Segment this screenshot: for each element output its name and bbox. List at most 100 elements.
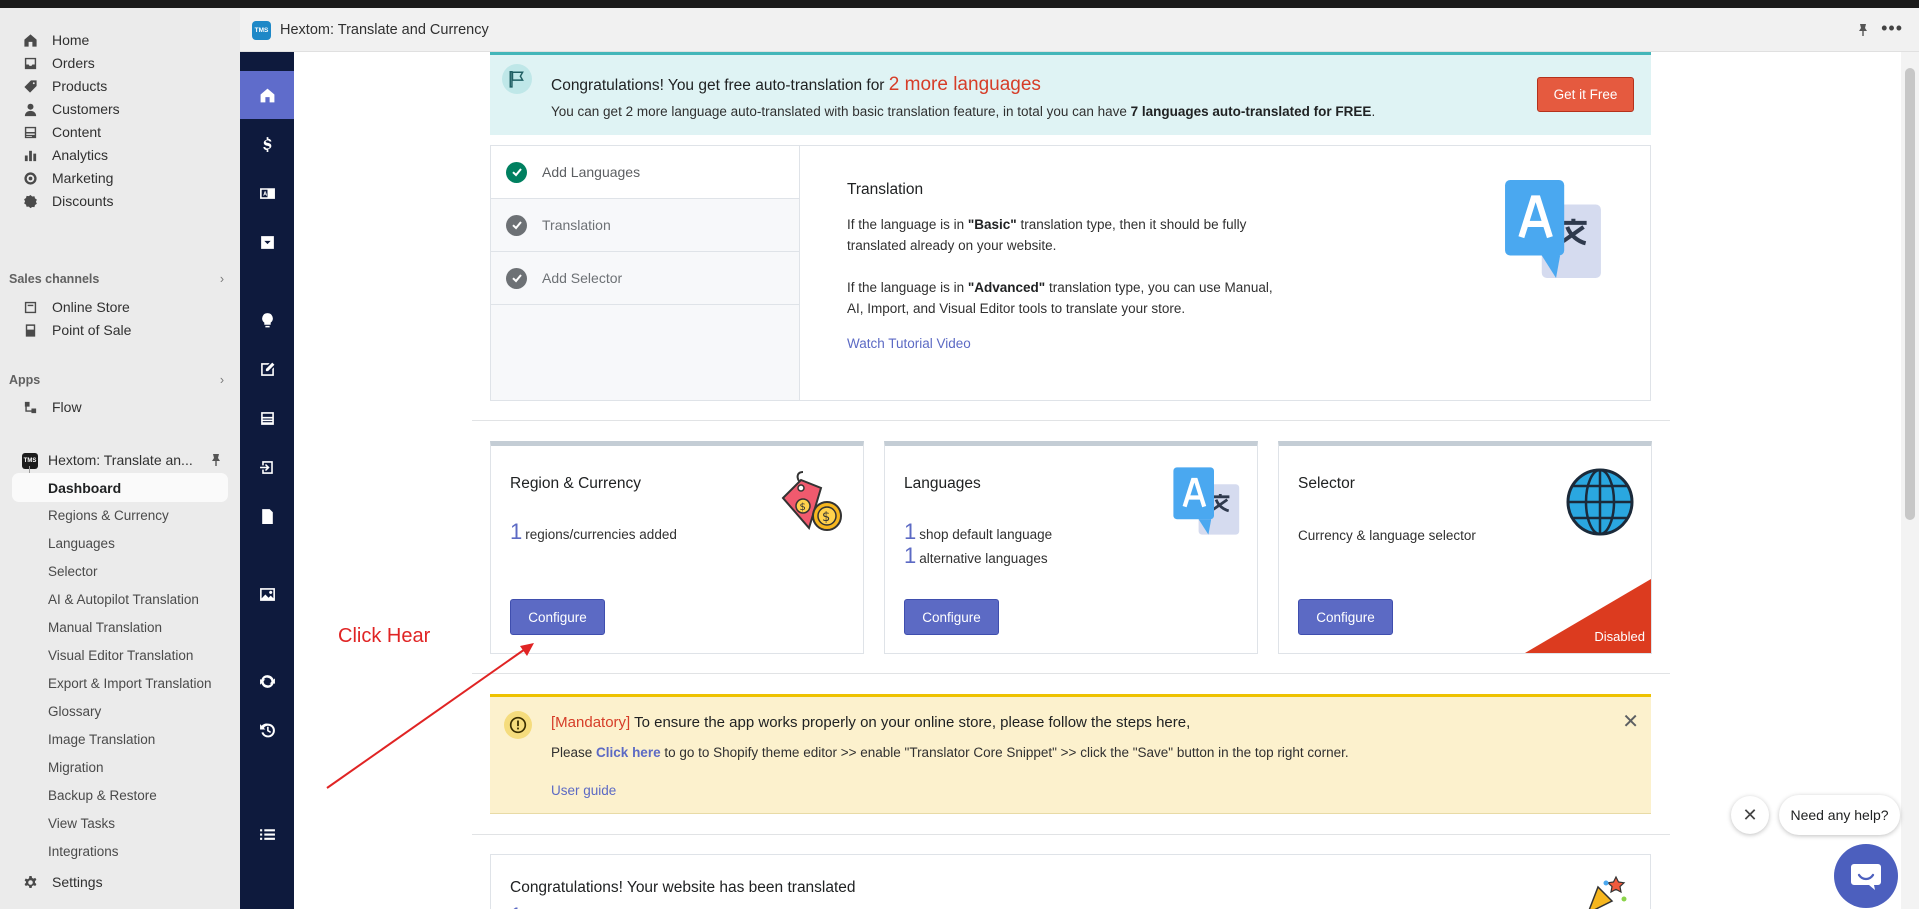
alternative-languages-line: 1 alternative languages bbox=[904, 543, 1048, 568]
translate-illustration-icon bbox=[1505, 180, 1601, 278]
congrats-title: Congratulations! Your website has been t… bbox=[510, 879, 856, 896]
rail-image-icon[interactable] bbox=[256, 583, 278, 605]
app-title: Hextom: Translate and Currency bbox=[280, 22, 489, 38]
subnav-ai-autopilot[interactable]: AI & Autopilot Translation bbox=[48, 592, 199, 607]
subnav-visual-editor[interactable]: Visual Editor Translation bbox=[48, 648, 193, 663]
admin-sidebar: Home Orders Products Customers Content A… bbox=[0, 8, 240, 909]
rail-document-icon[interactable] bbox=[256, 407, 278, 429]
languages-card: Languages 1 shop default language 1 altern… bbox=[884, 441, 1258, 654]
selector-title: Selector bbox=[1298, 475, 1355, 492]
sales-channels-header[interactable]: Sales channels › bbox=[9, 272, 224, 286]
app-header: TMS Hextom: Translate and Currency ••• bbox=[240, 8, 1919, 52]
subnav-selector[interactable]: Selector bbox=[48, 564, 98, 579]
promo-subtitle: You can get 2 more language auto-transla… bbox=[551, 104, 1376, 119]
alert-body: Please Click here to go to Shopify theme… bbox=[551, 745, 1349, 760]
app-icon-rail bbox=[240, 52, 294, 909]
rail-edit-icon[interactable] bbox=[256, 358, 278, 380]
subnav-manual-translation[interactable]: Manual Translation bbox=[48, 620, 162, 635]
close-icon[interactable]: ✕ bbox=[1622, 709, 1639, 734]
rail-list-icon[interactable] bbox=[256, 823, 278, 845]
step-translation[interactable]: Translation bbox=[491, 199, 799, 252]
get-it-free-button[interactable]: Get it Free bbox=[1537, 77, 1634, 112]
alert-title: [Mandatory] To ensure the app works prop… bbox=[551, 714, 1191, 731]
pos-icon bbox=[21, 321, 39, 339]
scrollbar-thumb[interactable] bbox=[1905, 68, 1915, 520]
chevron-right-icon: › bbox=[219, 373, 224, 387]
rail-home-icon[interactable] bbox=[256, 84, 278, 106]
svg-text:$: $ bbox=[822, 510, 830, 525]
step-add-selector[interactable]: Add Selector bbox=[491, 252, 799, 305]
price-tag-coin-icon: $ $ bbox=[781, 471, 842, 531]
annotation-arrow bbox=[326, 643, 534, 789]
rail-dropdown-icon[interactable] bbox=[256, 231, 278, 253]
subnav-backup-restore[interactable]: Backup & Restore bbox=[48, 788, 157, 803]
rail-history-icon[interactable] bbox=[256, 719, 278, 741]
disabled-label: Disabled bbox=[1594, 629, 1645, 644]
help-dismiss-button[interactable]: ✕ bbox=[1731, 796, 1769, 834]
pin-icon[interactable] bbox=[1855, 22, 1871, 38]
inbox-icon bbox=[21, 54, 39, 72]
rail-import-icon[interactable] bbox=[256, 456, 278, 478]
translated-congrats-card: Congratulations! Your website has been t… bbox=[490, 854, 1651, 909]
languages-configure-button[interactable]: Configure bbox=[904, 599, 999, 635]
apps-header[interactable]: Apps › bbox=[9, 373, 224, 387]
subnav-view-tasks[interactable]: View Tasks bbox=[48, 816, 115, 831]
app-logo-icon: TMS bbox=[252, 21, 271, 40]
nav-settings[interactable]: Settings bbox=[13, 869, 228, 895]
mandatory-alert: [Mandatory] To ensure the app works prop… bbox=[490, 694, 1651, 814]
languages-title: Languages bbox=[904, 475, 981, 492]
selector-card: Selector Currency & language selector Co… bbox=[1278, 441, 1652, 654]
flow-icon bbox=[21, 398, 39, 416]
subnav-export-import[interactable]: Export & Import Translation bbox=[48, 676, 212, 691]
store-icon bbox=[21, 298, 39, 316]
vertical-scrollbar[interactable] bbox=[1901, 52, 1919, 909]
region-count-line: 1 regions/currencies added bbox=[510, 519, 677, 544]
translate-illustration-icon bbox=[1173, 467, 1240, 535]
check-icon bbox=[506, 214, 527, 236]
subnav-image-translation[interactable]: Image Translation bbox=[48, 732, 155, 747]
rail-currency-icon[interactable] bbox=[256, 133, 278, 155]
step-add-languages[interactable]: Add Languages bbox=[491, 146, 799, 199]
rail-translate-icon[interactable] bbox=[256, 182, 278, 204]
watch-tutorial-link[interactable]: Watch Tutorial Video bbox=[847, 336, 971, 351]
help-bubble[interactable]: Need any help? bbox=[1779, 795, 1900, 835]
region-currency-title: Region & Currency bbox=[510, 475, 641, 492]
party-popper-icon bbox=[1588, 875, 1627, 909]
steps-list: Add Languages Translation Add Selector bbox=[491, 146, 800, 400]
rail-lightbulb-icon[interactable] bbox=[256, 309, 278, 331]
app-name[interactable]: Hextom: Translate an... bbox=[48, 452, 193, 468]
nav-point-of-sale[interactable]: Point of Sale bbox=[13, 317, 228, 343]
check-complete-icon bbox=[506, 161, 527, 183]
user-guide-link[interactable]: User guide bbox=[551, 783, 616, 798]
close-icon: ✕ bbox=[1742, 804, 1758, 825]
subnav-glossary[interactable]: Glossary bbox=[48, 704, 101, 719]
target-icon bbox=[21, 169, 39, 187]
translation-advanced-text: If the language is in "Advanced" transla… bbox=[847, 280, 1273, 316]
rail-sync-icon[interactable] bbox=[256, 670, 278, 692]
more-options-icon[interactable]: ••• bbox=[1881, 18, 1903, 39]
tag-icon bbox=[21, 77, 39, 95]
selector-configure-button[interactable]: Configure bbox=[1298, 599, 1393, 635]
subnav-migration[interactable]: Migration bbox=[48, 760, 104, 775]
translation-basic-text: If the language is in "Basic" translatio… bbox=[847, 217, 1247, 253]
nav-discounts[interactable]: Discounts bbox=[13, 188, 228, 214]
default-language-line: 1 shop default language bbox=[904, 519, 1053, 544]
selector-description: Currency & language selector bbox=[1298, 528, 1476, 543]
divider bbox=[472, 420, 1670, 421]
content-icon bbox=[21, 123, 39, 141]
chat-launcher-button[interactable] bbox=[1834, 844, 1898, 908]
nav-flow[interactable]: Flow bbox=[13, 394, 228, 420]
chat-icon bbox=[1851, 864, 1881, 890]
pin-icon[interactable] bbox=[208, 452, 224, 468]
click-here-link[interactable]: Click here bbox=[596, 745, 661, 760]
globe-icon bbox=[1566, 468, 1634, 536]
chevron-right-icon: › bbox=[219, 272, 224, 286]
discount-icon bbox=[21, 192, 39, 210]
subnav-languages[interactable]: Languages bbox=[48, 536, 115, 551]
subnav-regions-currency[interactable]: Regions & Currency bbox=[48, 508, 169, 523]
translation-title: Translation bbox=[847, 181, 924, 198]
rail-file-icon[interactable] bbox=[256, 505, 278, 527]
subnav-integrations[interactable]: Integrations bbox=[48, 844, 119, 859]
onboarding-steps-card: Add Languages Translation Add Selector T… bbox=[490, 145, 1651, 401]
subnav-dashboard[interactable]: Dashboard bbox=[48, 480, 121, 496]
